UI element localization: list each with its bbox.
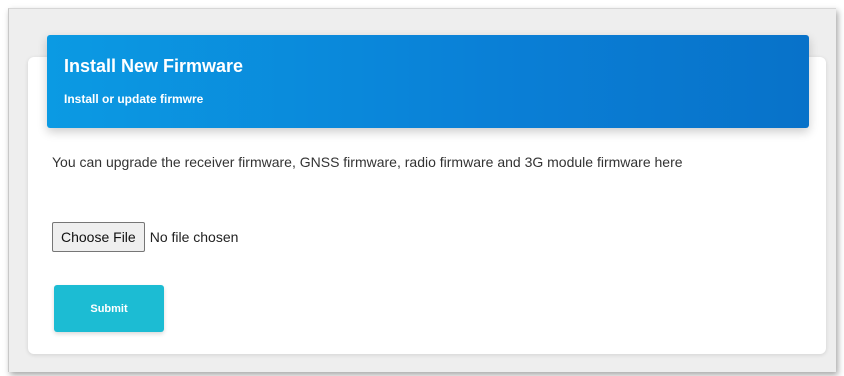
choose-file-button[interactable]: Choose File — [52, 222, 145, 252]
file-input[interactable]: Choose File No file chosen — [52, 222, 238, 252]
card-title: Install New Firmware — [64, 56, 244, 76]
submit-button[interactable]: Submit — [54, 285, 164, 332]
card-subtitle: Install or update firmwre — [64, 92, 204, 106]
card-header: Install New Firmware Install or update f… — [47, 35, 809, 128]
file-status-text: No file chosen — [149, 229, 239, 245]
description-text: You can upgrade the receiver firmware, G… — [52, 154, 683, 170]
